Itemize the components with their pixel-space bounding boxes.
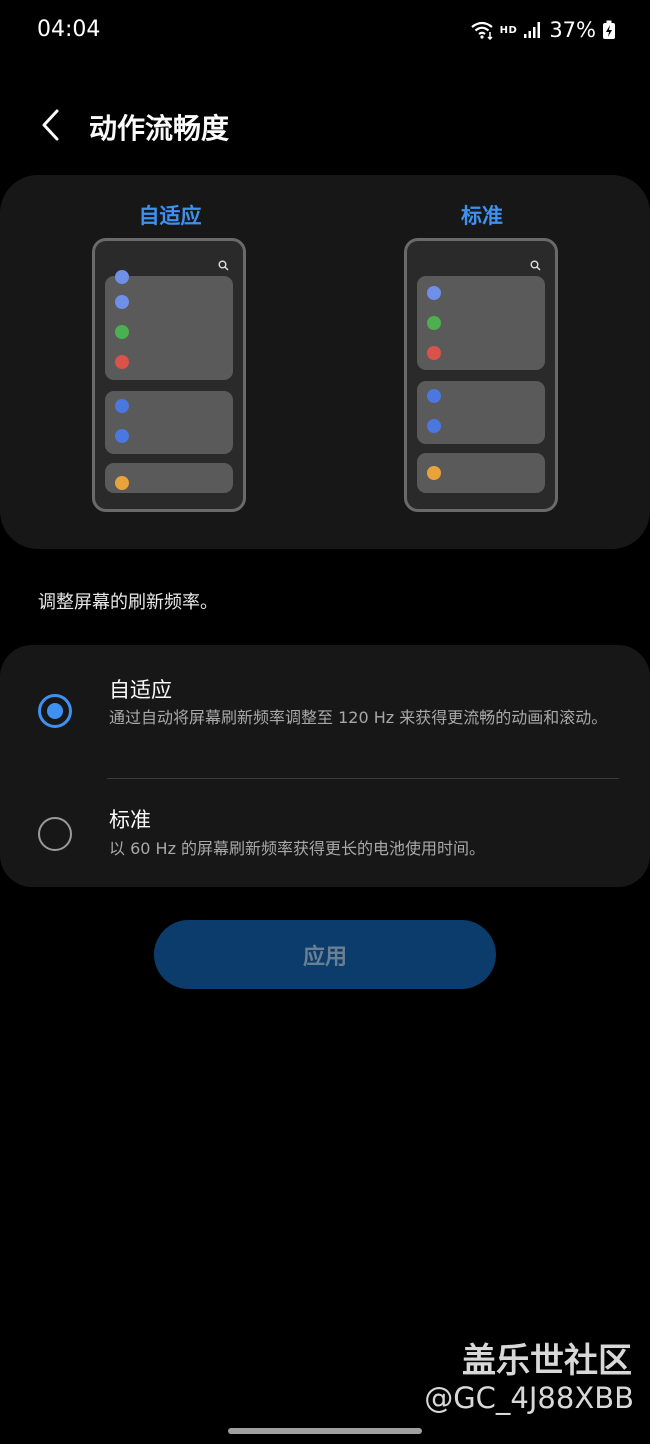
list-dot xyxy=(115,270,129,284)
list-dot xyxy=(115,399,129,413)
list-block xyxy=(105,270,233,380)
settings-description: 调整屏幕的刷新频率。 xyxy=(38,592,218,613)
list-dot xyxy=(115,429,129,443)
list-dot xyxy=(427,316,441,330)
option-standard-title: 标准 xyxy=(109,808,151,832)
back-button[interactable] xyxy=(26,101,74,149)
list-dot xyxy=(427,466,441,480)
list-block xyxy=(105,463,233,493)
option-adaptive-title: 自适应 xyxy=(109,678,172,702)
battery-percent: 37% xyxy=(549,18,596,42)
chevron-left-icon xyxy=(42,109,59,141)
page-title: 动作流畅度 xyxy=(89,112,230,145)
search-icon xyxy=(530,256,541,275)
list-dot xyxy=(115,476,129,490)
signal-icon xyxy=(523,21,541,39)
list-block xyxy=(105,391,233,454)
list-dot xyxy=(427,389,441,403)
list-dot xyxy=(115,325,129,339)
wifi-icon xyxy=(470,20,494,40)
list-block xyxy=(417,381,545,444)
option-standard[interactable]: 标准 以 60 Hz 的屏幕刷新频率获得更长的电池使用时间。 xyxy=(0,779,650,887)
preview-adaptive-label: 自适应 xyxy=(138,204,202,228)
battery-charging-icon xyxy=(602,20,616,40)
option-adaptive-description: 通过自动将屏幕刷新频率调整至 120 Hz 来获得更流畅的动画和滚动。 xyxy=(109,708,608,727)
option-adaptive[interactable]: 自适应 通过自动将屏幕刷新频率调整至 120 Hz 来获得更流畅的动画和滚动。 xyxy=(0,645,650,779)
list-block xyxy=(417,276,545,370)
search-icon xyxy=(218,256,229,275)
status-bar: 04:04 HD 37% xyxy=(0,0,650,60)
app-header: 动作流畅度 xyxy=(0,95,650,157)
list-dot xyxy=(427,346,441,360)
radio-adaptive-selected[interactable] xyxy=(38,694,72,728)
list-block xyxy=(417,453,545,493)
apply-button-label: 应用 xyxy=(302,944,347,970)
preview-standard-label: 标准 xyxy=(461,204,503,228)
watermark-user: @GC_4J88XBB xyxy=(424,1381,634,1415)
preview-card: 自适应 标准 xyxy=(0,175,650,549)
list-dot xyxy=(115,355,129,369)
radio-standard[interactable] xyxy=(38,817,72,851)
gesture-nav-handle[interactable] xyxy=(228,1428,422,1434)
list-dot xyxy=(115,295,129,309)
list-dot xyxy=(427,286,441,300)
status-icons: HD 37% xyxy=(470,17,616,43)
apply-button[interactable]: 应用 xyxy=(154,920,496,989)
network-type-label: HD xyxy=(499,24,518,36)
status-time: 04:04 xyxy=(37,17,101,42)
phone-illustration-adaptive xyxy=(92,238,246,512)
refresh-rate-options: 自适应 通过自动将屏幕刷新频率调整至 120 Hz 来获得更流畅的动画和滚动。 … xyxy=(0,645,650,887)
watermark-title: 盖乐世社区 xyxy=(462,1341,632,1381)
phone-illustration-standard xyxy=(404,238,558,512)
list-dot xyxy=(427,419,441,433)
option-standard-description: 以 60 Hz 的屏幕刷新频率获得更长的电池使用时间。 xyxy=(109,839,486,858)
